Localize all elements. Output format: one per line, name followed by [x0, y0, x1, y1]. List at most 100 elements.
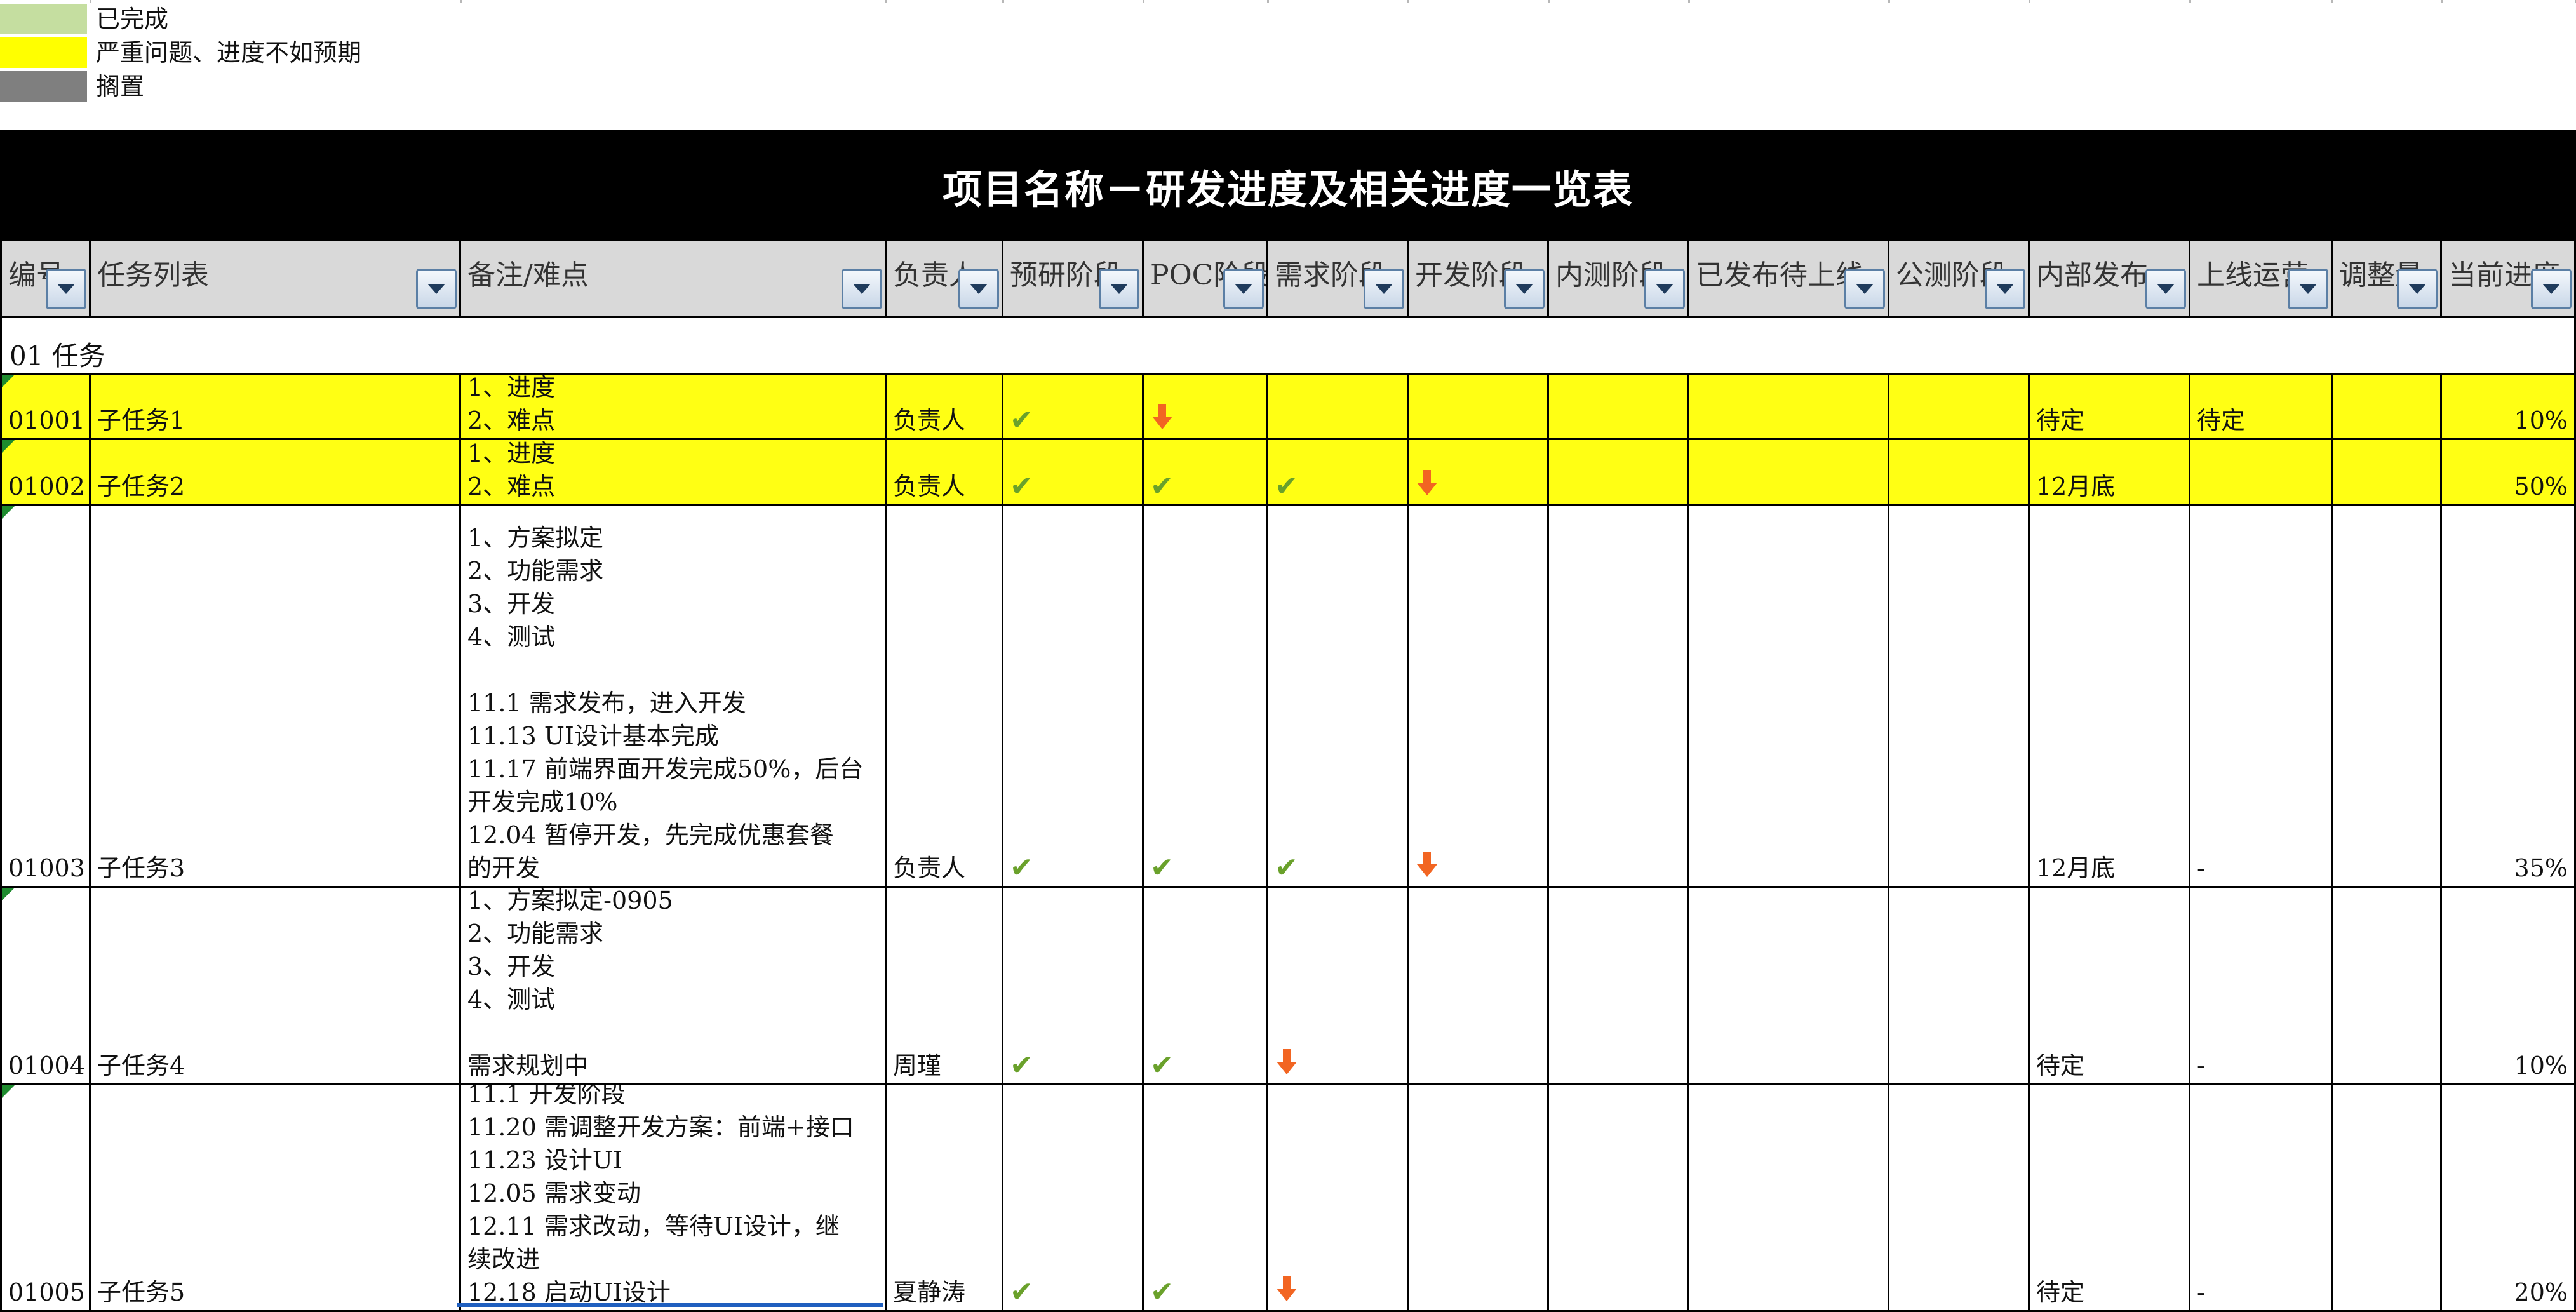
- filter-dropdown-button[interactable]: [1985, 269, 2025, 309]
- online-cell[interactable]: 待定: [2190, 375, 2333, 440]
- stage-cell[interactable]: ✔: [1003, 506, 1144, 888]
- notes-cell[interactable]: 1、方案拟定-0905 2、功能需求 3、开发 4、测试 需求规划中: [461, 888, 887, 1085]
- stage-cell[interactable]: [1268, 375, 1409, 440]
- stage-cell[interactable]: [1689, 888, 1889, 1085]
- filter-dropdown-button[interactable]: [1099, 269, 1139, 309]
- owner-cell[interactable]: 负责人: [887, 375, 1003, 440]
- stage-cell[interactable]: [1268, 1085, 1409, 1312]
- online-cell[interactable]: [2190, 440, 2333, 506]
- filter-dropdown-button[interactable]: [1364, 269, 1404, 309]
- adjust-cell[interactable]: [2333, 1085, 2442, 1312]
- stage-cell[interactable]: [1549, 1085, 1689, 1312]
- column-header[interactable]: 内部发布: [2030, 241, 2190, 318]
- stage-cell[interactable]: ✔: [1003, 375, 1144, 440]
- progress-cell[interactable]: 50%: [2442, 440, 2576, 506]
- task-cell[interactable]: 子任务3: [91, 506, 461, 888]
- stage-cell[interactable]: [1889, 440, 2030, 506]
- adjust-cell[interactable]: [2333, 506, 2442, 888]
- column-header[interactable]: 内测阶段: [1549, 241, 1689, 318]
- notes-cell[interactable]: 11.1 开发阶段 11.20 需调整开发方案：前端+接口 11.23 设计UI…: [461, 1085, 887, 1312]
- stage-cell[interactable]: [1889, 506, 2030, 888]
- filter-dropdown-button[interactable]: [46, 269, 86, 309]
- stage-cell[interactable]: ✔: [1144, 506, 1268, 888]
- stage-cell[interactable]: [1889, 375, 2030, 440]
- task-cell[interactable]: 子任务5: [91, 1085, 461, 1312]
- progress-cell[interactable]: 10%: [2442, 375, 2576, 440]
- progress-cell[interactable]: 35%: [2442, 506, 2576, 888]
- online-cell[interactable]: -: [2190, 888, 2333, 1085]
- stage-cell[interactable]: ✔: [1268, 506, 1409, 888]
- column-header[interactable]: 需求阶段: [1268, 241, 1409, 318]
- column-header[interactable]: 编号: [0, 241, 91, 318]
- filter-dropdown-button[interactable]: [958, 269, 999, 309]
- stage-cell[interactable]: [1549, 888, 1689, 1085]
- stage-cell[interactable]: ✔: [1003, 440, 1144, 506]
- task-cell[interactable]: 子任务2: [91, 440, 461, 506]
- filter-dropdown-button[interactable]: [1223, 269, 1264, 309]
- filter-dropdown-button[interactable]: [2145, 269, 2186, 309]
- notes-cell[interactable]: 1、方案拟定 2、功能需求 3、开发 4、测试 11.1 需求发布，进入开发 1…: [461, 506, 887, 888]
- notes-cell[interactable]: 1、进度 2、难点: [461, 375, 887, 440]
- filter-dropdown-button[interactable]: [416, 269, 457, 309]
- stage-cell[interactable]: ✔: [1144, 888, 1268, 1085]
- internal-release-cell[interactable]: 待定: [2030, 1085, 2190, 1312]
- column-header[interactable]: 公测阶段: [1889, 241, 2030, 318]
- stage-cell[interactable]: ✔: [1003, 888, 1144, 1085]
- filter-dropdown-button[interactable]: [2531, 269, 2572, 309]
- online-cell[interactable]: -: [2190, 506, 2333, 888]
- stage-cell[interactable]: ✔: [1268, 440, 1409, 506]
- id-cell[interactable]: 01005: [0, 1085, 91, 1312]
- progress-cell[interactable]: 20%: [2442, 1085, 2576, 1312]
- column-header[interactable]: 上线运营: [2190, 241, 2333, 318]
- column-header[interactable]: 备注/难点: [461, 241, 887, 318]
- online-cell[interactable]: -: [2190, 1085, 2333, 1312]
- owner-cell[interactable]: 周瑾: [887, 888, 1003, 1085]
- column-header[interactable]: 调整量: [2333, 241, 2442, 318]
- column-header[interactable]: 预研阶段: [1003, 241, 1144, 318]
- internal-release-cell[interactable]: 12月底: [2030, 506, 2190, 888]
- column-header[interactable]: 任务列表: [91, 241, 461, 318]
- adjust-cell[interactable]: [2333, 440, 2442, 506]
- stage-cell[interactable]: ✔: [1003, 1085, 1144, 1312]
- stage-cell[interactable]: ✔: [1144, 440, 1268, 506]
- column-header[interactable]: 开发阶段: [1409, 241, 1549, 318]
- column-header[interactable]: POC阶段: [1144, 241, 1268, 318]
- stage-cell[interactable]: [1689, 440, 1889, 506]
- stage-cell[interactable]: ✔: [1144, 1085, 1268, 1312]
- column-header[interactable]: 已发布待上线: [1689, 241, 1889, 318]
- stage-cell[interactable]: [1409, 440, 1549, 506]
- task-cell[interactable]: 子任务4: [91, 888, 461, 1085]
- internal-release-cell[interactable]: 待定: [2030, 375, 2190, 440]
- id-cell[interactable]: 01003: [0, 506, 91, 888]
- progress-cell[interactable]: 10%: [2442, 888, 2576, 1085]
- internal-release-cell[interactable]: 待定: [2030, 888, 2190, 1085]
- id-cell[interactable]: 01004: [0, 888, 91, 1085]
- stage-cell[interactable]: [1689, 1085, 1889, 1312]
- stage-cell[interactable]: [1889, 888, 2030, 1085]
- task-cell[interactable]: 子任务1: [91, 375, 461, 440]
- stage-cell[interactable]: [1549, 440, 1689, 506]
- owner-cell[interactable]: 负责人: [887, 506, 1003, 888]
- filter-dropdown-button[interactable]: [842, 269, 882, 309]
- owner-cell[interactable]: 夏静涛: [887, 1085, 1003, 1312]
- filter-dropdown-button[interactable]: [1844, 269, 1885, 309]
- stage-cell[interactable]: [1889, 1085, 2030, 1312]
- stage-cell[interactable]: [1268, 888, 1409, 1085]
- stage-cell[interactable]: [1409, 1085, 1549, 1312]
- internal-release-cell[interactable]: 12月底: [2030, 440, 2190, 506]
- owner-cell[interactable]: 负责人: [887, 440, 1003, 506]
- filter-dropdown-button[interactable]: [1504, 269, 1545, 309]
- adjust-cell[interactable]: [2333, 375, 2442, 440]
- adjust-cell[interactable]: [2333, 888, 2442, 1085]
- id-cell[interactable]: 01002: [0, 440, 91, 506]
- id-cell[interactable]: 01001: [0, 375, 91, 440]
- filter-dropdown-button[interactable]: [2397, 269, 2438, 309]
- stage-cell[interactable]: [1689, 375, 1889, 440]
- column-header[interactable]: 负责人: [887, 241, 1003, 318]
- column-header[interactable]: 当前进度: [2442, 241, 2576, 318]
- stage-cell[interactable]: [1409, 375, 1549, 440]
- section-title-cell[interactable]: 01 任务: [0, 318, 2576, 375]
- stage-cell[interactable]: [1409, 506, 1549, 888]
- notes-cell[interactable]: 1、进度 2、难点: [461, 440, 887, 506]
- filter-dropdown-button[interactable]: [2288, 269, 2328, 309]
